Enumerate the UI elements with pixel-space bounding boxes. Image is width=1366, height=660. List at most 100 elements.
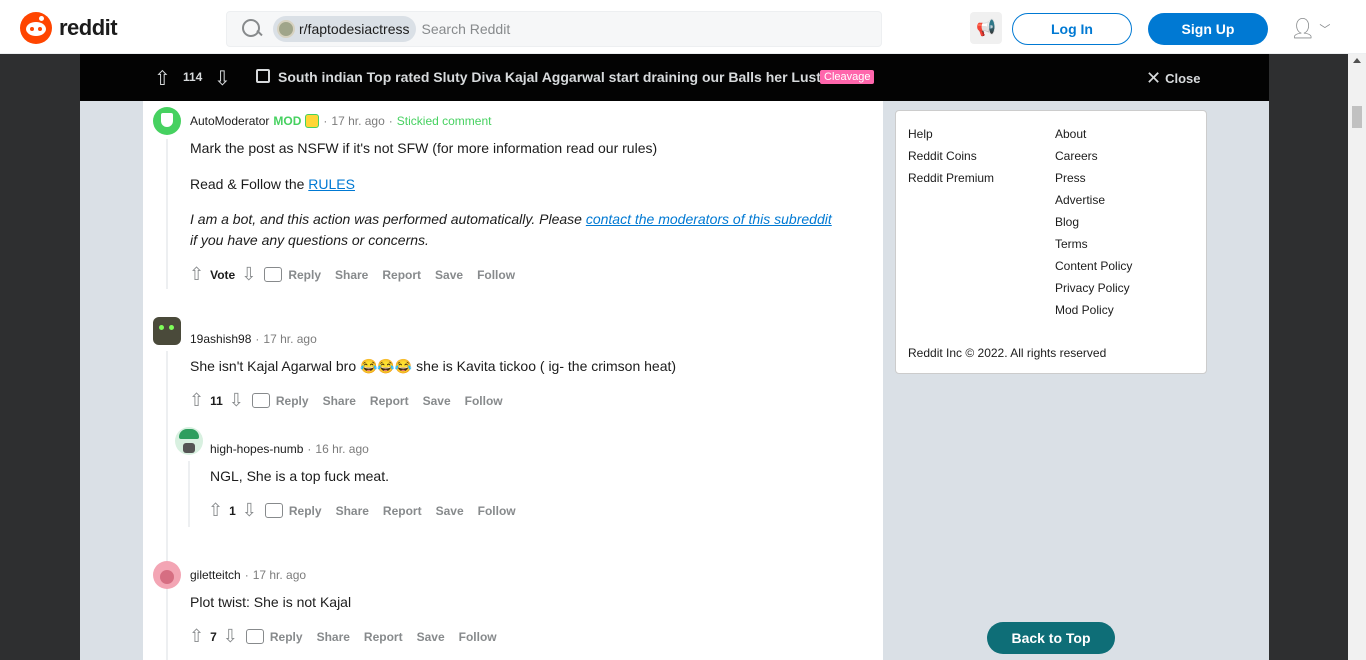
save-button[interactable]: Save — [417, 630, 445, 644]
footer-link-content-policy[interactable]: Content Policy — [1055, 259, 1132, 281]
upvote-icon[interactable]: ⇧ — [189, 626, 204, 647]
image-post-icon — [256, 69, 270, 83]
comment-actions: ⇧ 7 ⇩ Reply Share Report Save Follow — [189, 626, 511, 647]
comment-body: Read & Follow the RULES — [190, 176, 355, 192]
avatar[interactable] — [175, 427, 203, 455]
comment-body: NGL, She is a top fuck meat. — [210, 468, 389, 484]
copyright-text: Reddit Inc © 2022. All rights reserved — [908, 346, 1107, 360]
reddit-snoo-icon — [20, 12, 52, 44]
vote-count: 7 — [210, 629, 217, 644]
signup-button[interactable]: Sign Up — [1148, 13, 1268, 45]
follow-button[interactable]: Follow — [459, 630, 497, 644]
share-button[interactable]: Share — [317, 630, 350, 644]
reply-button[interactable]: Reply — [270, 630, 303, 644]
comment-author[interactable]: giletteitch — [190, 568, 241, 582]
footer-link-press[interactable]: Press — [1055, 171, 1132, 193]
footer-links-col2: About Careers Press Advertise Blog Terms… — [1055, 127, 1132, 325]
downvote-icon[interactable]: ⇩ — [223, 626, 238, 647]
comment-author[interactable]: AutoModerator — [190, 114, 269, 128]
downvote-icon[interactable]: ⇩ — [229, 390, 244, 411]
footer-link-blog[interactable]: Blog — [1055, 215, 1132, 237]
report-button[interactable]: Report — [370, 394, 409, 408]
reply-icon[interactable] — [264, 503, 283, 518]
comment-time[interactable]: 16 hr. ago — [315, 442, 368, 456]
vote-count: 1 — [229, 503, 236, 518]
thread-line[interactable] — [188, 461, 190, 527]
reply-icon[interactable] — [251, 393, 270, 408]
footer-link-privacy-policy[interactable]: Privacy Policy — [1055, 281, 1132, 303]
scroll-thumb[interactable] — [1352, 106, 1362, 128]
rules-link[interactable]: RULES — [308, 176, 355, 192]
user-menu-dropdown[interactable]: 👤︎ ﹀ — [1290, 16, 1330, 41]
share-button[interactable]: Share — [335, 268, 368, 282]
thread-line[interactable] — [166, 351, 168, 631]
thread-line[interactable] — [166, 139, 168, 289]
report-button[interactable]: Report — [364, 630, 403, 644]
comment-meta: 19ashish98 · 17 hr. ago — [190, 332, 317, 346]
user-icon: 👤︎ — [1290, 18, 1316, 40]
contact-moderators-link[interactable]: contact the moderators of this subreddit — [586, 211, 832, 227]
comment-time[interactable]: 17 hr. ago — [253, 568, 306, 582]
follow-button[interactable]: Follow — [477, 268, 515, 282]
vote-count: 11 — [210, 393, 223, 408]
downvote-icon[interactable]: ⇩ — [242, 500, 257, 521]
avatar[interactable] — [153, 561, 181, 589]
post-top-bar: ⇧ 114 ⇩ South indian Top rated Sluty Div… — [80, 54, 1269, 101]
report-button[interactable]: Report — [383, 504, 422, 518]
post-title[interactable]: South indian Top rated Sluty Diva Kajal … — [278, 69, 840, 85]
share-button[interactable]: Share — [336, 504, 369, 518]
subreddit-chip[interactable]: r/faptodesiactress — [273, 16, 416, 42]
footer-link-about[interactable]: About — [1055, 127, 1132, 149]
search-input[interactable] — [421, 21, 842, 37]
upvote-icon[interactable]: ⇧ — [208, 500, 223, 521]
avatar[interactable] — [153, 317, 181, 345]
follow-button[interactable]: Follow — [465, 394, 503, 408]
page-scrollbar[interactable] — [1348, 54, 1366, 660]
comment-time[interactable]: 17 hr. ago — [263, 332, 316, 346]
comment-time[interactable]: 17 hr. ago — [331, 114, 384, 128]
reply-button[interactable]: Reply — [288, 268, 321, 282]
top-header: reddit r/faptodesiactress 📢 Log In Sign … — [0, 0, 1366, 54]
follow-button[interactable]: Follow — [478, 504, 516, 518]
avatar[interactable] — [153, 107, 181, 135]
comment-author[interactable]: 19ashish98 — [190, 332, 251, 346]
footer-link-careers[interactable]: Careers — [1055, 149, 1132, 171]
thread-line[interactable] — [166, 595, 168, 660]
save-button[interactable]: Save — [423, 394, 451, 408]
login-button[interactable]: Log In — [1012, 13, 1132, 45]
footer-link-mod-policy[interactable]: Mod Policy — [1055, 303, 1132, 325]
reply-icon[interactable] — [264, 267, 283, 282]
comment-author[interactable]: high-hopes-numb — [210, 442, 303, 456]
close-button[interactable]: ✕ Close — [1146, 68, 1201, 89]
advertise-megaphone-icon[interactable]: 📢 — [970, 12, 1002, 44]
post-upvote-icon[interactable]: ⇧ — [154, 66, 171, 91]
footer-link-advertise[interactable]: Advertise — [1055, 193, 1132, 215]
report-button[interactable]: Report — [382, 268, 421, 282]
comment-actions: ⇧ 11 ⇩ Reply Share Report Save Follow — [189, 390, 517, 411]
comment-body: I am a bot, and this action was performe… — [190, 211, 832, 248]
post-downvote-icon[interactable]: ⇩ — [214, 66, 231, 91]
upvote-icon[interactable]: ⇧ — [189, 264, 204, 285]
save-button[interactable]: Save — [435, 268, 463, 282]
save-button[interactable]: Save — [436, 504, 464, 518]
footer-link-reddit-coins[interactable]: Reddit Coins — [908, 149, 994, 171]
footer-link-help[interactable]: Help — [908, 127, 994, 149]
downvote-icon[interactable]: ⇩ — [241, 264, 256, 285]
share-button[interactable]: Share — [323, 394, 356, 408]
reply-icon[interactable] — [245, 629, 264, 644]
footer-link-terms[interactable]: Terms — [1055, 237, 1132, 259]
reply-button[interactable]: Reply — [289, 504, 322, 518]
reply-button[interactable]: Reply — [276, 394, 309, 408]
comment-body: Plot twist: She is not Kajal — [190, 594, 352, 610]
subreddit-chip-label: r/faptodesiactress — [299, 21, 410, 37]
comment-meta: AutoModerator MOD · 17 hr. ago · Stickie… — [190, 114, 492, 128]
back-to-top-button[interactable]: Back to Top — [987, 622, 1115, 654]
footer-links-col1: Help Reddit Coins Reddit Premium — [908, 127, 994, 193]
search-bar[interactable]: r/faptodesiactress — [226, 11, 882, 47]
reddit-logo[interactable]: reddit — [20, 12, 118, 44]
footer-link-reddit-premium[interactable]: Reddit Premium — [908, 171, 994, 193]
upvote-icon[interactable]: ⇧ — [189, 390, 204, 411]
moderator-badge-icon — [305, 114, 320, 128]
scroll-up-arrow-icon[interactable] — [1353, 58, 1361, 63]
post-flair[interactable]: Cleavage — [820, 70, 875, 84]
